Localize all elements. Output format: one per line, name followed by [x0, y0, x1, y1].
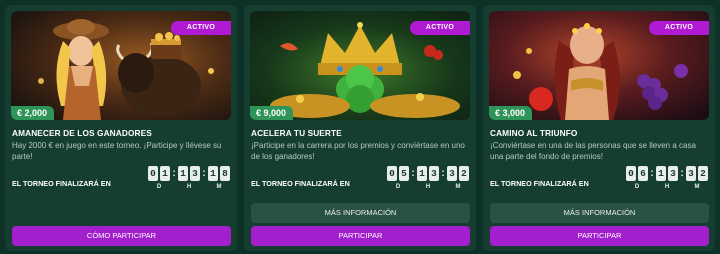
timer-separator: :: [650, 168, 654, 179]
timer-digit: 1: [160, 166, 170, 181]
tournament-title: AMANECER DE LOS GANADORES: [12, 128, 152, 138]
tournament-description: Hay 2000 € en juego en este torneo. ¡Par…: [12, 141, 222, 161]
countdown-timer: 0 5 D : 1 3 H : 3 2 M: [387, 166, 469, 190]
tournament-description: ¡Participe en la carrera por los premios…: [251, 141, 465, 161]
timer-digit: 2: [698, 166, 708, 181]
timer-digit: 3: [686, 166, 696, 181]
tournament-banner[interactable]: ACTIVO € 3,000: [489, 11, 709, 120]
timer-digit: 0: [387, 166, 397, 181]
timer-separator: :: [441, 168, 445, 179]
countdown-timer: 0 1 D : 1 3 H : 1 8 M: [148, 166, 230, 190]
tournament-card-camino[interactable]: ACTIVO € 3,000 CAMINO AL TRIUNFO ¡Convié…: [483, 5, 715, 251]
timer-hours-label: H: [186, 184, 192, 190]
timer-digit: 8: [220, 166, 230, 181]
timer-digit: 5: [399, 166, 409, 181]
more-info-button[interactable]: MÁS INFORMACIÓN: [490, 203, 709, 223]
timer-digit: 6: [638, 166, 648, 181]
timer-digit: 1: [178, 166, 188, 181]
timer-digit: 3: [190, 166, 200, 181]
timer-minutes: 3 2 M: [686, 166, 708, 190]
how-to-participate-button[interactable]: CÓMO PARTICIPAR: [12, 226, 231, 246]
tournament-banner[interactable]: ACTIVO € 2,000: [11, 11, 231, 120]
tournament-title: ACELERA TU SUERTE: [251, 128, 342, 138]
timer-minutes: 3 2 M: [447, 166, 469, 190]
tournament-card-amanecer[interactable]: ACTIVO € 2,000 AMANECER DE LOS GANADORES…: [5, 5, 237, 251]
timer-days-label: D: [634, 184, 640, 190]
timer-digit: 3: [429, 166, 439, 181]
participate-button[interactable]: PARTICIPAR: [251, 226, 470, 246]
status-badge: ACTIVO: [171, 21, 231, 35]
timer-digit: 1: [208, 166, 218, 181]
timer-digit: 1: [656, 166, 666, 181]
more-info-button[interactable]: MÁS INFORMACIÓN: [251, 203, 470, 223]
participate-button[interactable]: PARTICIPAR: [490, 226, 709, 246]
timer-separator: :: [411, 168, 415, 179]
timer-hours-label: H: [425, 184, 431, 190]
timer-hours-label: H: [664, 184, 670, 190]
status-badge: ACTIVO: [410, 21, 470, 35]
prize-amount: € 9,000: [250, 106, 294, 120]
timer-digit: 0: [626, 166, 636, 181]
ends-label: EL TORNEO FINALIZARÁ EN: [251, 179, 350, 188]
timer-days: 0 6 D: [626, 166, 648, 190]
timer-separator: :: [202, 168, 206, 179]
timer-digit: 3: [668, 166, 678, 181]
timer-hours: 1 3 H: [178, 166, 200, 190]
prize-amount: € 2,000: [11, 106, 55, 120]
ends-label: EL TORNEO FINALIZARÁ EN: [490, 179, 589, 188]
tournament-cards: ACTIVO € 2,000 AMANECER DE LOS GANADORES…: [0, 0, 720, 254]
timer-hours: 1 3 H: [656, 166, 678, 190]
tournament-card-acelera[interactable]: ACTIVO € 9,000 ACELERA TU SUERTE ¡Partic…: [244, 5, 476, 251]
timer-digit: 3: [447, 166, 457, 181]
prize-amount: € 3,000: [489, 106, 533, 120]
tournament-banner[interactable]: ACTIVO € 9,000: [250, 11, 470, 120]
timer-minutes: 1 8 M: [208, 166, 230, 190]
timer-hours: 1 3 H: [417, 166, 439, 190]
timer-days: 0 1 D: [148, 166, 170, 190]
countdown-timer: 0 6 D : 1 3 H : 3 2 M: [626, 166, 708, 190]
timer-digit: 1: [417, 166, 427, 181]
timer-separator: :: [172, 168, 176, 179]
tournament-title: CAMINO AL TRIUNFO: [490, 128, 578, 138]
ends-label: EL TORNEO FINALIZARÁ EN: [12, 179, 111, 188]
timer-minutes-label: M: [216, 184, 222, 190]
timer-minutes-label: M: [694, 184, 700, 190]
timer-days: 0 5 D: [387, 166, 409, 190]
timer-digit: 2: [459, 166, 469, 181]
timer-days-label: D: [156, 184, 162, 190]
timer-days-label: D: [395, 184, 401, 190]
tournament-description: ¡Conviértase en una de las personas que …: [490, 141, 696, 161]
timer-separator: :: [680, 168, 684, 179]
status-badge: ACTIVO: [649, 21, 709, 35]
timer-minutes-label: M: [455, 184, 461, 190]
timer-digit: 0: [148, 166, 158, 181]
